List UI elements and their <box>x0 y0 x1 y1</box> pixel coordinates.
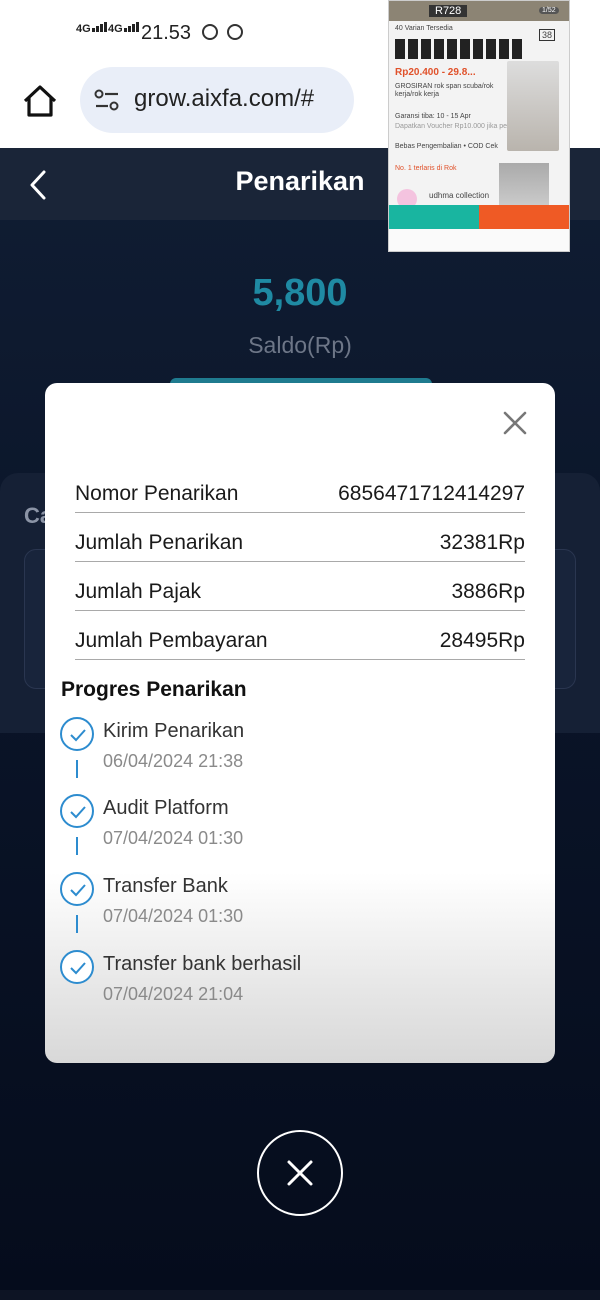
home-icon[interactable] <box>22 84 58 118</box>
pip-nav-bar <box>389 229 569 251</box>
pip-price: Rp20.400 - 29.8... <box>395 67 476 78</box>
row-value: 6856471712414297 <box>338 482 525 505</box>
pip-shipping: Garansi tiba: 10 - 15 Apr <box>395 113 471 120</box>
row-label: Jumlah Pembayaran <box>75 629 268 652</box>
pip-image-count: 1/52 <box>539 7 559 14</box>
address-bar[interactable]: grow.aixfa.com/# <box>80 67 354 133</box>
progress-step: Transfer bank berhasil 07/04/2024 21:04 <box>60 950 500 1010</box>
step-title: Transfer Bank <box>103 875 228 897</box>
row-value: 3886Rp <box>451 580 525 603</box>
pip-overlay-window[interactable]: R728 1/52 40 Varian Tersedia Rp20.400 - … <box>388 0 570 252</box>
row-value: 28495Rp <box>439 629 525 652</box>
network-indicator-2: 4G <box>108 22 140 35</box>
row-tax-amount: Jumlah Pajak 3886Rp <box>75 563 525 611</box>
whatsapp-icon <box>227 24 243 40</box>
row-label: Nomor Penarikan <box>75 482 239 505</box>
pip-badge: 38 <box>539 29 556 41</box>
row-withdrawal-number: Nomor Penarikan 6856471712414297 <box>75 465 525 513</box>
close-icon <box>287 1160 313 1186</box>
pip-product-image: R728 1/52 <box>389 1 569 21</box>
close-icon[interactable] <box>500 408 530 438</box>
site-settings-icon[interactable] <box>94 89 120 111</box>
network-label-2: 4G <box>108 23 123 35</box>
step-connector <box>76 837 78 855</box>
withdrawal-detail-modal: Nomor Penarikan 6856471712414297 Jumlah … <box>45 383 555 1063</box>
progress-step: Kirim Penarikan 06/04/2024 21:38 <box>60 717 500 777</box>
pip-product-name: GROSIRAN rok span scuba/rok kerja/rok ke… <box>395 83 494 98</box>
step-connector <box>76 760 78 778</box>
row-withdrawal-amount: Jumlah Penarikan 32381Rp <box>75 514 525 562</box>
balance-amount: 5,800 <box>252 272 348 314</box>
network-label: 4G <box>76 23 91 35</box>
pip-video-feed <box>507 61 559 151</box>
row-payment-amount: Jumlah Pembayaran 28495Rp <box>75 612 525 660</box>
step-connector <box>76 915 78 933</box>
pip-returns: Bebas Pengembalian • COD Cek <box>395 143 498 150</box>
pip-shop-name: udhma collection <box>429 191 490 200</box>
row-label: Jumlah Penarikan <box>75 531 244 554</box>
step-date: 07/04/2024 01:30 <box>103 828 244 848</box>
pip-variants: 40 Varian Tersedia <box>395 25 453 32</box>
row-value: 32381Rp <box>439 531 525 554</box>
step-date: 07/04/2024 21:04 <box>103 984 244 1004</box>
pip-chat-button[interactable] <box>389 205 479 229</box>
url-text: grow.aixfa.com/# <box>134 85 315 112</box>
pip-variant-thumbs <box>395 39 563 61</box>
check-circle-icon <box>60 950 94 984</box>
step-title: Audit Platform <box>103 797 229 819</box>
check-circle-icon <box>60 717 94 751</box>
step-date: 06/04/2024 21:38 <box>103 751 244 771</box>
pip-buy-button[interactable] <box>479 205 569 229</box>
whatsapp-icon <box>202 24 218 40</box>
check-circle-icon <box>60 872 94 906</box>
step-title: Transfer bank berhasil <box>103 953 302 975</box>
progress-step: Audit Platform 07/04/2024 01:30 <box>60 794 500 854</box>
pip-rank: No. 1 terlaris di Rok <box>395 165 457 172</box>
signal-icon <box>123 22 140 35</box>
check-circle-icon <box>60 794 94 828</box>
step-date: 07/04/2024 01:30 <box>103 906 244 926</box>
dismiss-button[interactable] <box>257 1130 343 1216</box>
progress-step: Transfer Bank 07/04/2024 01:30 <box>60 872 500 932</box>
clock: 21.53 <box>141 22 192 44</box>
balance-label: Saldo(Rp) <box>248 332 352 358</box>
bottom-edge <box>0 1290 600 1300</box>
step-title: Kirim Penarikan <box>103 720 245 742</box>
progress-title: Progres Penarikan <box>61 678 247 701</box>
row-label: Jumlah Pajak <box>75 580 202 603</box>
network-indicator: 4G <box>76 22 108 35</box>
pip-code: R728 <box>429 5 468 17</box>
signal-icon <box>91 22 108 35</box>
